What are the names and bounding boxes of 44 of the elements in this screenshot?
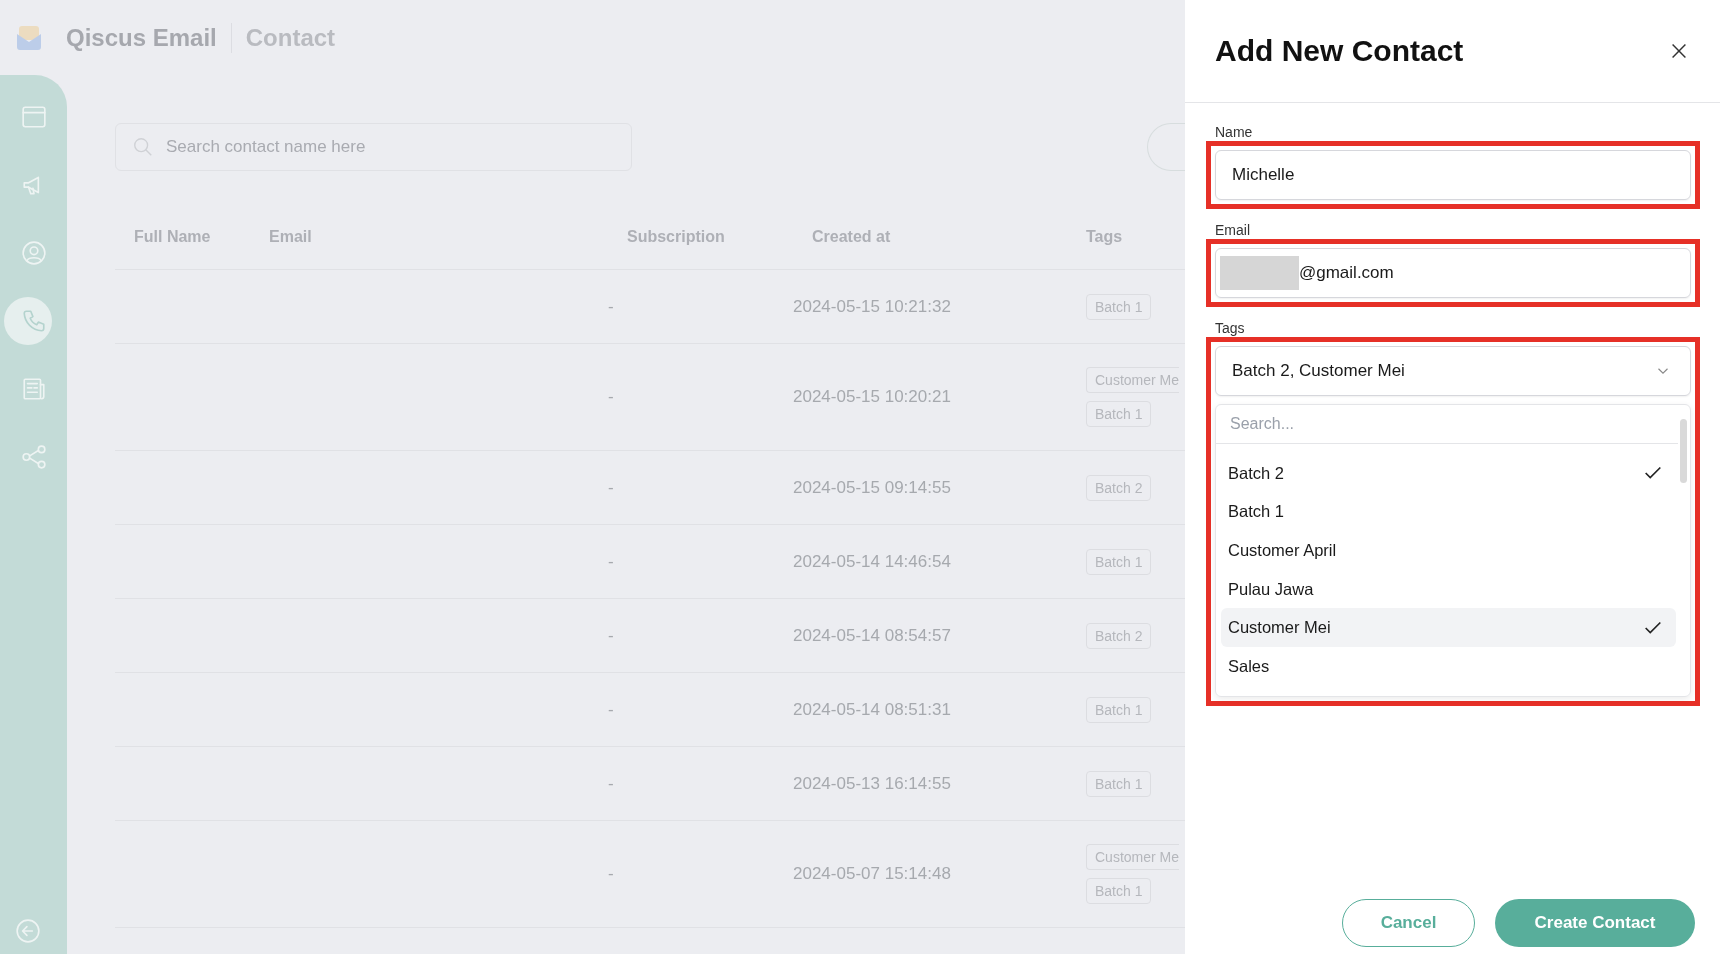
dropdown-option[interactable]: Batch 1 xyxy=(1221,492,1676,532)
drawer-title: Add New Contact xyxy=(1215,34,1464,68)
user-icon xyxy=(20,240,47,266)
newspaper-icon xyxy=(20,376,47,402)
phone-icon xyxy=(20,308,47,334)
dropdown-option[interactable]: Customer April xyxy=(1221,531,1676,570)
dropdown-option[interactable]: Sales xyxy=(1221,646,1676,686)
column-header: Created at xyxy=(811,228,892,246)
dropdown-option[interactable]: Customer Mei xyxy=(1221,608,1676,647)
table-cell-text: 2024-05-14 08:54:57 xyxy=(793,625,952,646)
table-cell-text: - xyxy=(608,387,615,407)
column-header: Email xyxy=(269,228,313,246)
table-cell-text: 2024-05-13 16:14:55 xyxy=(793,773,952,794)
browser-window-icon xyxy=(20,104,47,130)
table-cell-text: - xyxy=(608,296,615,317)
table-cell-text: 2024-05-15 10:20:21 xyxy=(793,387,952,407)
column-header: Full Name xyxy=(133,228,212,246)
email-input[interactable]: @gmail.com xyxy=(1215,248,1691,298)
table-cell-text: 2024-05-07 15:14:48 xyxy=(793,864,952,884)
field-label: Tags xyxy=(1215,320,1246,336)
table-cell-text: 2024-05-15 09:14:55 xyxy=(793,477,952,498)
scrollbar[interactable] xyxy=(1680,419,1687,483)
table-cell-text: 2024-05-14 14:46:54 xyxy=(793,551,952,572)
envelope-logo-icon xyxy=(16,24,42,51)
table-cell-text: 2024-05-15 10:21:32 xyxy=(793,296,952,317)
app-title: Qiscus Email xyxy=(66,23,217,52)
field-label: Email xyxy=(1215,222,1251,238)
table-cell-text: - xyxy=(608,477,615,498)
table-cell-text: - xyxy=(608,699,615,720)
field-label: Name xyxy=(1215,124,1254,140)
nav-item[interactable] xyxy=(4,297,52,345)
search-icon xyxy=(132,136,154,158)
name-input[interactable]: Michelle xyxy=(1215,150,1691,200)
table-cell-text: - xyxy=(608,551,615,572)
table-cell-text: - xyxy=(608,864,615,884)
dropdown-option[interactable]: Pulau Jawa xyxy=(1221,569,1676,609)
table-cell-text: 2024-05-14 08:51:31 xyxy=(793,699,952,720)
tags-select[interactable]: Batch 2, Customer Mei xyxy=(1215,346,1691,396)
column-header: Tags xyxy=(1085,228,1124,246)
dropdown-option[interactable]: Batch 2 xyxy=(1221,454,1676,493)
share-nodes-icon xyxy=(20,444,47,470)
column-header: Subscription xyxy=(626,228,726,246)
table-cell-text: - xyxy=(608,625,615,646)
table-cell-text: - xyxy=(608,773,615,794)
